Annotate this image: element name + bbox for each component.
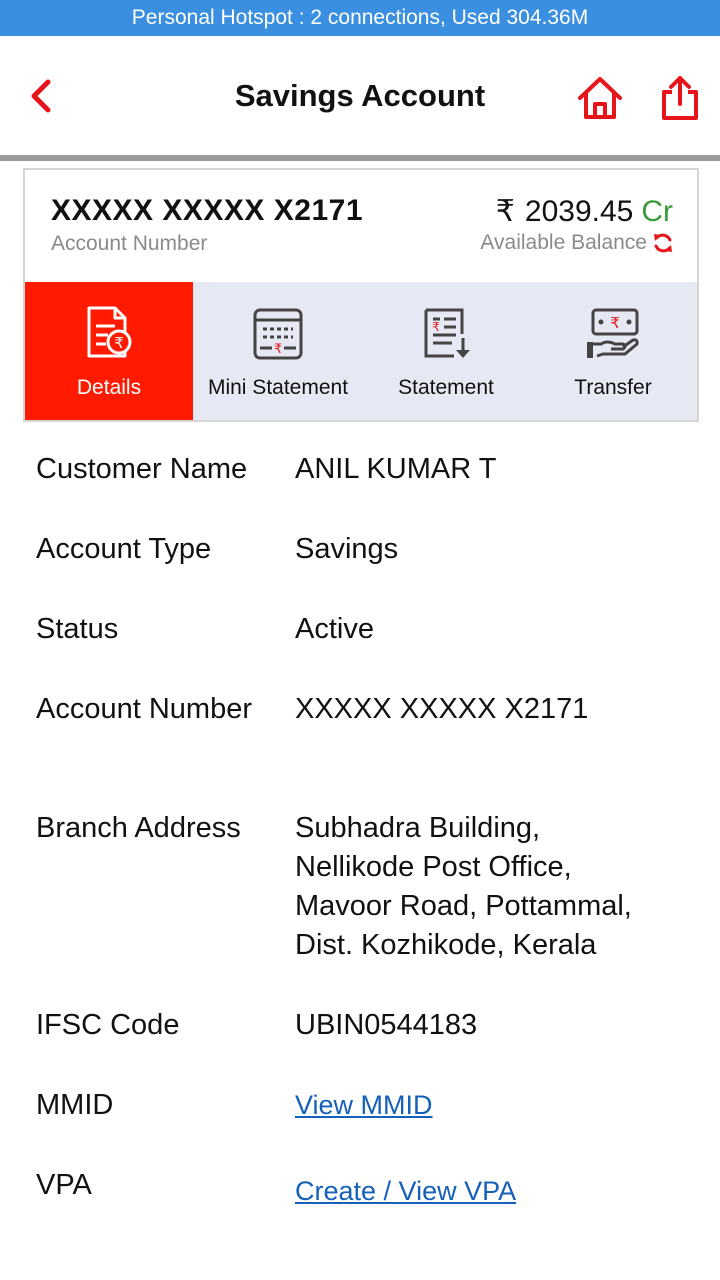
view-mmid-link[interactable]: View MMID [295,1090,433,1120]
tab-statement-label: Statement [398,376,494,399]
svg-text:₹: ₹ [610,314,620,332]
details-document-icon: ₹ [87,306,132,358]
mmid-value: View MMID [295,1086,695,1125]
available-balance: ₹2039.45 Cr [496,194,673,229]
status-value: Active [295,613,374,645]
status-bar: Personal Hotspot : 2 connections, Used 3… [0,0,720,36]
ifsc-value: UBIN0544183 [295,1009,478,1041]
ifsc-label: IFSC Code [36,1009,180,1041]
account-type-label: Account Type [36,533,212,565]
account-number: XXXXX XXXXX X2171 [51,194,364,227]
share-icon[interactable] [658,74,702,122]
status-bar-text: Personal Hotspot : 2 connections, Used 3… [131,6,589,29]
svg-text:₹: ₹ [114,334,124,352]
svg-text:₹: ₹ [274,342,282,357]
account-summary-card: XXXXX XXXXX X2171 Account Number ₹2039.4… [23,168,699,422]
mmid-label: MMID [36,1089,114,1121]
account-number-detail-value: XXXXX XXXXX X2171 [295,693,589,725]
branch-address-line: Nellikode Post Office, [295,851,572,883]
customer-name-label: Customer Name [36,453,248,485]
refresh-icon[interactable] [651,231,675,255]
status-label: Status [36,613,119,645]
available-balance-label: Available Balance [480,231,647,254]
vpa-label: VPA [36,1169,92,1201]
tab-details[interactable]: ₹ Details [25,282,193,420]
balance-amount: 2039.45 [524,195,634,228]
tab-mini-statement-label: Mini Statement [207,376,349,399]
svg-text:₹: ₹ [432,320,440,334]
balance-type: Cr [641,195,673,228]
header-divider [0,155,720,161]
branch-address-line: Subhadra Building, [295,812,541,844]
account-tabs: ₹ Details ₹ Mini Statement ₹ Statement ₹… [25,282,697,420]
branch-address-value: Subhadra Building, Nellikode Post Office… [295,809,695,965]
customer-name-value: ANIL KUMAR T [295,453,497,485]
rupee-symbol: ₹ [495,195,515,228]
balance-label-row: Available Balance [480,231,675,255]
tab-details-label: Details [76,376,142,399]
vpa-value: Create / View VPA [295,1172,695,1211]
home-icon[interactable] [576,74,624,122]
branch-address-line: Mavoor Road, Pottammal, [295,890,632,922]
account-number-detail-label: Account Number [36,693,252,725]
statement-icon: ₹ [424,308,470,358]
tab-transfer[interactable]: ₹ Transfer [529,282,697,420]
branch-address-line: Dist. Kozhikode, Kerala [295,929,597,961]
branch-address-label: Branch Address [36,812,241,844]
transfer-money-icon: ₹ [587,308,639,358]
create-view-vpa-link[interactable]: Create / View VPA [295,1176,516,1206]
tab-transfer-label: Transfer [574,376,652,399]
account-number-label: Account Number [51,232,208,255]
account-type-value: Savings [295,533,399,565]
app-header: Savings Account [0,36,720,156]
tab-statement[interactable]: ₹ Statement [363,282,529,420]
tab-mini-statement[interactable]: ₹ Mini Statement [193,282,363,420]
mini-statement-icon: ₹ [253,308,303,360]
